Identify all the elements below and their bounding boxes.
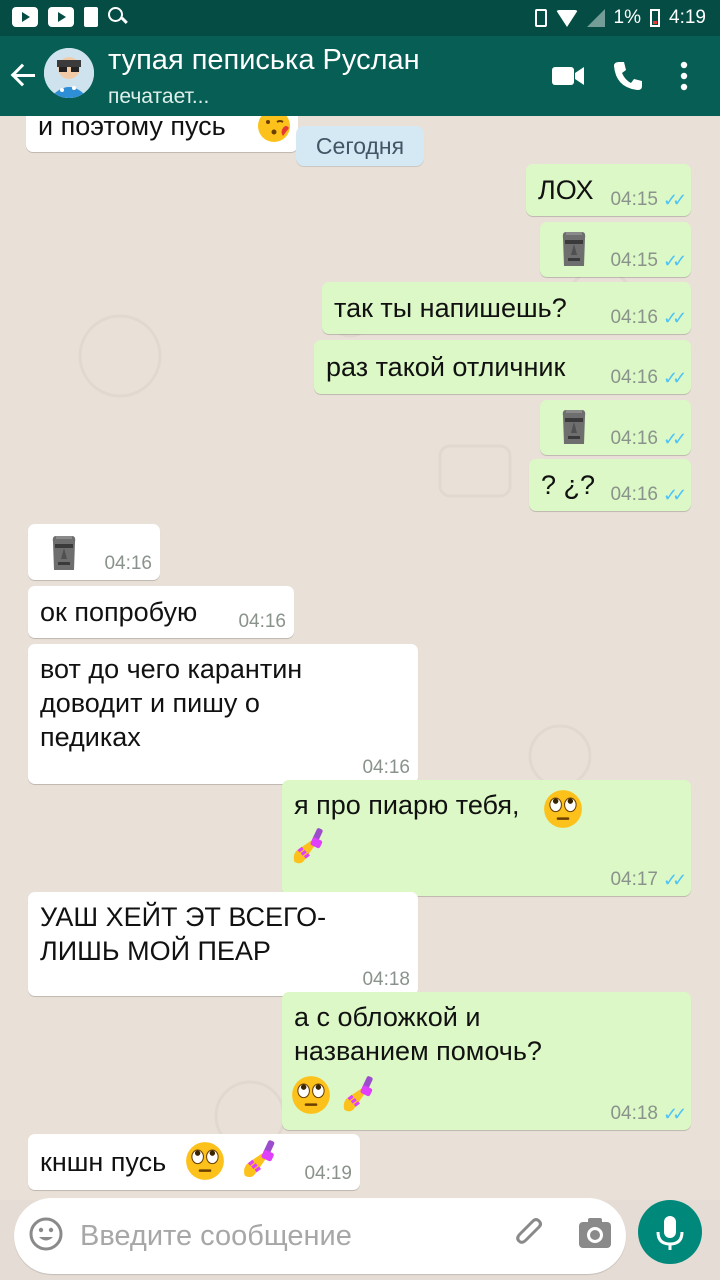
incoming-message[interactable]: кншн пусь 04:19	[28, 1134, 360, 1190]
message-meta: 04:15 ✓✓	[610, 250, 687, 272]
search-icon	[108, 7, 126, 25]
more-vert-icon[interactable]	[664, 56, 704, 96]
read-ticks-icon: ✓✓	[663, 1104, 687, 1124]
read-ticks-icon: ✓✓	[663, 251, 687, 271]
outgoing-message[interactable]: раз такой отличник 04:16 ✓✓	[314, 340, 691, 394]
avatar[interactable]	[44, 48, 94, 98]
moai-emoji	[554, 228, 594, 276]
outgoing-message[interactable]: ? ¿? 04:16 ✓✓	[529, 459, 691, 511]
youtube-icon	[12, 7, 38, 27]
incoming-message[interactable]: вот до чего карантин доводит и пишу о пе…	[28, 644, 418, 784]
attach-icon[interactable]	[512, 1214, 548, 1254]
message-time: 04:19	[304, 1163, 352, 1184]
outgoing-message[interactable]: так ты напишешь? 04:16 ✓✓	[322, 282, 691, 334]
message-time: 04:16	[610, 428, 658, 449]
message-time: 04:16	[238, 611, 286, 632]
vibrate-icon	[534, 9, 547, 27]
moai-emoji	[554, 406, 594, 454]
message-text: а с обложкой и названием помочь?	[294, 1002, 542, 1066]
contact-status: печатает...	[108, 85, 210, 108]
nail-polish-emoji	[238, 1138, 282, 1190]
read-ticks-icon: ✓✓	[663, 870, 687, 890]
message-meta: 04:17 ✓✓	[610, 869, 687, 891]
read-ticks-icon: ✓✓	[663, 485, 687, 505]
eye-roll-emoji	[184, 1140, 226, 1190]
kiss-emoji	[256, 116, 292, 152]
outgoing-message[interactable]: а с обложкой и названием помочь? 04:18 ✓✓	[282, 992, 691, 1130]
wifi-icon	[555, 9, 578, 27]
message-time: 04:16	[610, 367, 658, 388]
message-meta: 04:16	[238, 611, 286, 633]
battery-percent: 1%	[613, 7, 642, 28]
camera-icon[interactable]	[576, 1214, 614, 1254]
read-ticks-icon: ✓✓	[663, 429, 687, 449]
read-ticks-icon: ✓✓	[663, 190, 687, 210]
contact-name: тупая пеписька Руслан	[108, 44, 420, 76]
eye-roll-emoji	[542, 788, 584, 838]
chat-header: тупая пеписька Руслан печатает...	[0, 36, 720, 116]
outgoing-message[interactable]: я про пиарю тебя, 04:17 ✓✓	[282, 780, 691, 896]
nail-polish-emoji	[338, 1074, 380, 1124]
message-time: 04:16	[362, 757, 410, 778]
back-arrow-icon[interactable]	[10, 58, 40, 92]
outgoing-message[interactable]: 04:16 ✓✓	[540, 400, 691, 455]
message-time: 04:15	[610, 189, 658, 210]
youtube-icon	[48, 7, 74, 27]
message-meta: 04:16 ✓✓	[610, 367, 687, 389]
read-ticks-icon: ✓✓	[663, 308, 687, 328]
phone-icon[interactable]	[608, 56, 648, 96]
incoming-message[interactable]: ок попробую 04:16	[28, 586, 294, 638]
mic-button[interactable]	[638, 1200, 702, 1264]
message-meta: 04:15 ✓✓	[610, 189, 687, 211]
message-time: 04:16	[104, 553, 152, 574]
emoji-icon[interactable]	[28, 1216, 64, 1252]
message-time: 04:18	[610, 1103, 658, 1124]
signal-icon	[586, 9, 605, 27]
battery-icon	[650, 9, 661, 27]
message-meta: 04:16 ✓✓	[610, 484, 687, 506]
message-time: 04:18	[362, 969, 410, 990]
prev-message[interactable]: и поэтому пусь	[26, 116, 298, 152]
message-time: 04:16	[610, 307, 658, 328]
message-text: я про пиарю тебя,	[294, 790, 520, 820]
read-ticks-icon: ✓✓	[663, 368, 687, 388]
message-time: 04:16	[610, 484, 658, 505]
composer	[0, 1198, 720, 1280]
message-input[interactable]	[78, 1210, 492, 1262]
incoming-message[interactable]: 04:16	[28, 524, 160, 580]
message-meta: 04:19	[304, 1163, 352, 1185]
video-call-icon[interactable]	[548, 56, 588, 96]
bag-icon	[84, 7, 98, 27]
message-meta: 04:18 ✓✓	[610, 1103, 687, 1125]
message-meta: 04:16 ✓✓	[610, 428, 687, 450]
status-bar: 1% 4:19	[0, 0, 720, 36]
message-meta: 04:16	[104, 553, 152, 575]
message-input-box	[14, 1198, 626, 1274]
message-meta: 04:18	[362, 969, 410, 991]
date-separator: Сегодня	[296, 126, 424, 166]
message-meta: 04:16	[362, 757, 410, 779]
clock: 4:19	[669, 7, 706, 28]
moai-emoji	[44, 532, 84, 580]
contact-info[interactable]: тупая пеписька Руслан печатает...	[108, 42, 420, 110]
message-list[interactable]: и поэтому пусь Сегодня ЛОХ 04:15 ✓✓ 04:15 ✓✓…	[0, 116, 720, 1200]
message-text: вот до чего карантин доводит и пишу о пе…	[40, 654, 303, 752]
eye-roll-emoji	[290, 1074, 332, 1124]
nail-polish-emoji	[288, 826, 330, 876]
outgoing-message[interactable]: 04:15 ✓✓	[540, 222, 691, 277]
incoming-message[interactable]: УАШ ХЕЙТ ЭТ ВСЕГО- ЛИШЬ МОЙ ПЕАР 04:18	[28, 892, 418, 996]
mic-icon	[656, 1216, 684, 1250]
message-time: 04:17	[610, 869, 658, 890]
message-meta: 04:16 ✓✓	[610, 307, 687, 329]
message-text: УАШ ХЕЙТ ЭТ ВСЕГО- ЛИШЬ МОЙ ПЕАР	[40, 902, 327, 966]
message-time: 04:15	[610, 250, 658, 271]
outgoing-message[interactable]: ЛОХ 04:15 ✓✓	[526, 164, 691, 216]
